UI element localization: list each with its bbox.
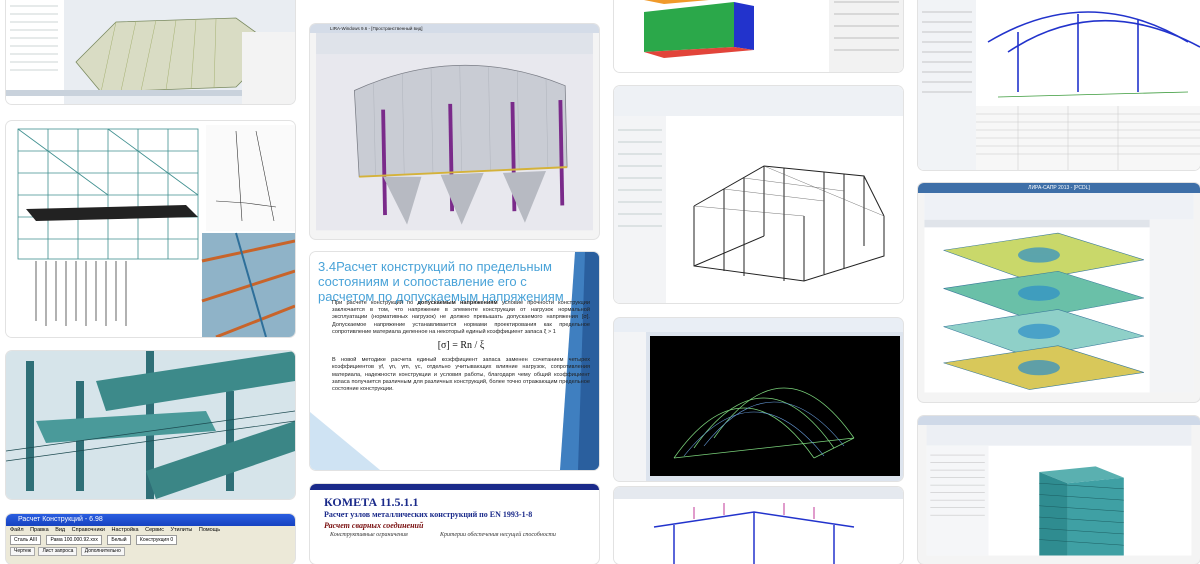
slide-paragraph-1: При расчете конструкций по допускаемым н…: [332, 300, 590, 335]
tab-drawing[interactable]: Чертеж: [10, 547, 36, 556]
silo-model-image: [316, 33, 593, 231]
window-title-bar: [918, 416, 1200, 425]
window-title: LIRA-Windows 9.6 - [Пространственный вид…: [310, 24, 599, 33]
result-card-8[interactable]: [614, 0, 903, 72]
kometa-title: КОМЕТА 11.5.1.1: [324, 495, 419, 509]
slide-body: При расчете конструкций по допускаемым н…: [332, 300, 590, 399]
result-card-14[interactable]: [918, 416, 1200, 564]
colored-building-image: [614, 0, 903, 72]
tab-additional[interactable]: Дополнительно: [80, 547, 125, 556]
result-card-13[interactable]: ЛИРА-САПР 2013 - [PCDL]: [918, 183, 1200, 402]
menu-item-service[interactable]: Сервис: [145, 527, 164, 533]
arched-truss-image: [614, 318, 903, 481]
result-card-12[interactable]: [918, 0, 1200, 170]
steel-frame-image: [6, 121, 295, 337]
kometa-subtitle-2: Расчет сварных соединений: [324, 521, 424, 530]
slab-deformation-image: [924, 193, 1194, 393]
kometa-header-bar: [310, 484, 599, 490]
result-card-11[interactable]: [614, 487, 903, 564]
menu-item-edit[interactable]: Правка: [30, 527, 49, 533]
toolbar: Сталь AIII Рама 100.000.92.xxx Белый Кон…: [6, 535, 295, 546]
kometa-column-1: Конструктивные ограничения: [330, 532, 408, 538]
result-card-10[interactable]: [614, 318, 903, 481]
menu-item-view[interactable]: Вид: [55, 527, 65, 533]
construction-select[interactable]: Конструкция 0: [135, 535, 178, 545]
result-card-2[interactable]: [6, 121, 295, 337]
frame-loads-image: [614, 487, 903, 564]
menu-item-settings[interactable]: Настройка: [112, 527, 139, 533]
slide-title: 3.4Расчет конструкций по предельным сост…: [318, 259, 564, 304]
menu-item-reference[interactable]: Справочники: [72, 527, 105, 533]
result-card-1[interactable]: [6, 0, 295, 104]
high-rise-image: [926, 425, 1192, 556]
slide-paragraph-2: В новой методике расчета единый коэффици…: [332, 357, 590, 393]
result-card-6[interactable]: 3.4Расчет конструкций по предельным сост…: [310, 252, 599, 470]
frame-select[interactable]: Рама 100.000.92.xxx: [46, 535, 102, 545]
arched-roof-frame-image: [918, 0, 1200, 170]
slide-formula: [σ] = Rn / ξ: [437, 340, 485, 352]
tab-strip: Чертеж Лист запроса Дополнительно: [6, 547, 295, 556]
result-card-4[interactable]: Расчет Конструкций - 6.98 Файл Правка Ви…: [6, 514, 295, 564]
result-card-9[interactable]: [614, 86, 903, 303]
menu-bar: Файл Правка Вид Справочники Настройка Се…: [6, 526, 295, 535]
kometa-subtitle: Расчет узлов металлических конструкций п…: [324, 510, 533, 519]
result-card-3[interactable]: [6, 351, 295, 499]
menu-item-file[interactable]: Файл: [10, 527, 24, 533]
hall-model-image: [6, 0, 295, 104]
tab-request-sheet[interactable]: Лист запроса: [38, 547, 78, 556]
color-select[interactable]: Белый: [107, 535, 131, 545]
steel-hangar-image: [614, 86, 903, 303]
pipe-rack-image: [6, 351, 295, 499]
menu-item-utilities[interactable]: Утилиты: [171, 527, 193, 533]
result-card-7[interactable]: КОМЕТА 11.5.1.1 Расчет узлов металлическ…: [310, 484, 599, 564]
window-title: Расчет Конструкций - 6.98: [6, 514, 295, 526]
material-select[interactable]: Сталь AIII: [10, 535, 42, 545]
result-card-5[interactable]: LIRA-Windows 9.6 - [Пространственный вид…: [310, 24, 599, 239]
window-title: ЛИРА-САПР 2013 - [PCDL]: [918, 183, 1200, 193]
menu-item-help[interactable]: Помощь: [199, 527, 220, 533]
kometa-column-2: Критерии обеспечения несущей способности: [440, 532, 556, 538]
